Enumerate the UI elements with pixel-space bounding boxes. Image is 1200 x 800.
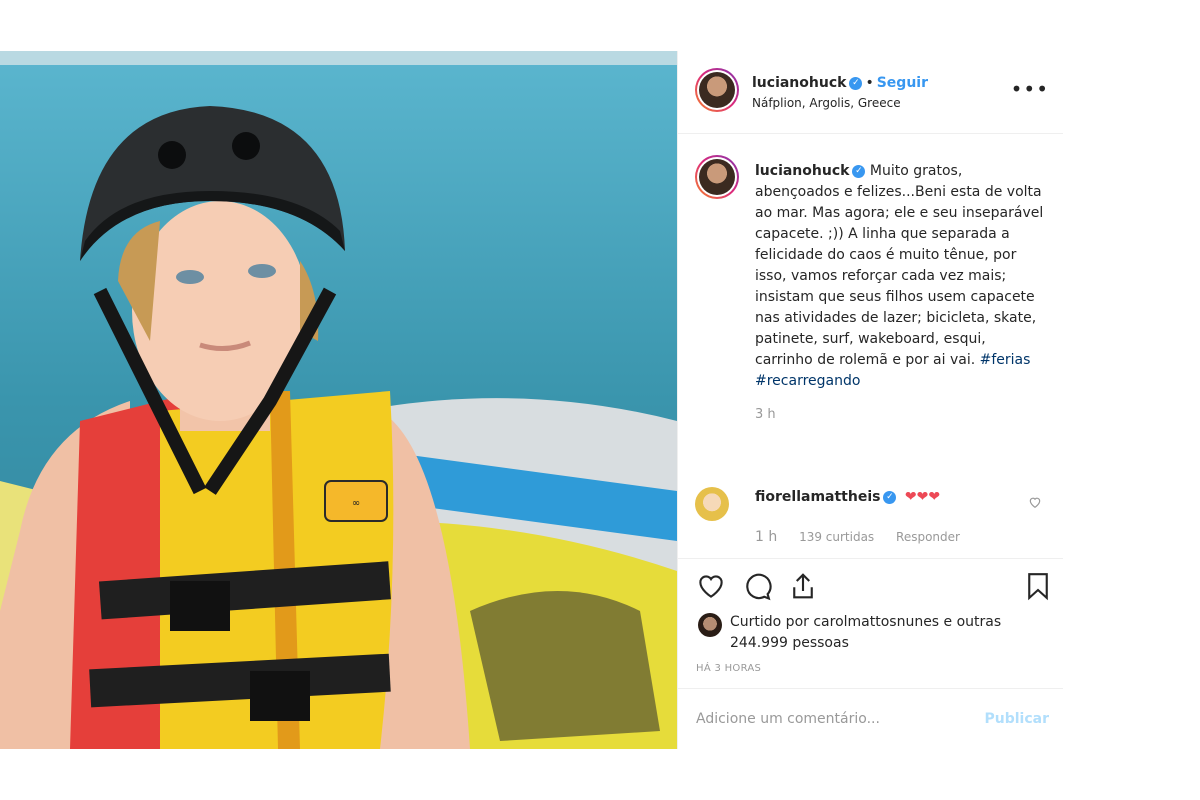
caption-username[interactable]: lucianohuck [755,163,849,179]
publish-button[interactable]: Publicar [985,711,1050,727]
comment-body: ❤❤❤ [904,489,941,505]
add-comment-bar: Adicione um comentário... Publicar [678,688,1063,749]
svg-text:∞: ∞ [352,498,360,509]
post-header: lucianohuck ✓ • Seguir Náfplion, Argolis, G… [678,51,1063,134]
location-link[interactable]: Náfplion, Argolis, Greece [752,96,901,110]
post-timestamp[interactable]: HÁ 3 HORAS [696,663,761,674]
post-actions: Curtido por carolmattosnunes e outras 24… [678,558,1063,688]
comment-likes-count[interactable]: 139 curtidas [799,530,874,544]
comment-username[interactable]: fiorellamattheis [755,489,880,505]
heart-icon[interactable] [696,571,726,601]
share-icon[interactable] [788,571,818,601]
comment-meta: 1 h 139 curtidas Responder [755,529,978,545]
post-side-panel: lucianohuck ✓ • Seguir Náfplion, Argolis, G… [677,51,1063,749]
header-username[interactable]: lucianohuck [752,75,846,91]
post-photo[interactable]: ∞ [0,51,677,749]
verified-icon: ✓ [883,490,897,504]
comment-input[interactable]: Adicione um comentário... [696,711,880,727]
verified-icon: ✓ [852,164,866,178]
hashtag-recarregando[interactable]: #recarregando [755,373,860,389]
boy-with-helmet-photo: ∞ [0,51,677,749]
comments-scroll-area[interactable]: lucianohuck ✓ Muito gratos, abençoados e … [678,135,1063,558]
comment-avatar[interactable] [695,487,729,521]
instagram-post: ∞ lucianohuck ✓ • Seguir Náfplion, Argolis,… [0,51,1063,749]
likes-summary[interactable]: Curtido por carolmattosnunes e outras 24… [730,612,1030,654]
bookmark-icon[interactable] [1023,571,1053,601]
caption-body: Muito gratos, abençoados e felizes...Ben… [755,163,1044,368]
comment-like-icon[interactable] [1028,495,1042,509]
caption-avatar[interactable] [695,155,739,199]
comment-icon[interactable] [742,571,772,601]
comment-item: fiorellamattheis ✓ ❤❤❤ 1 h 139 curtidas R… [695,487,1050,547]
caption-text: lucianohuck ✓ Muito gratos, abençoados e … [755,161,1045,392]
comment-text: fiorellamattheis ✓ ❤❤❤ [755,489,940,505]
follow-button[interactable]: Seguir [877,75,928,91]
reply-button[interactable]: Responder [896,530,960,544]
avatar[interactable] [695,68,739,112]
header-user-line: lucianohuck ✓ • Seguir [752,75,928,91]
caption-time[interactable]: 3 h [755,407,776,422]
liker-avatar[interactable] [698,613,722,637]
comment-time[interactable]: 1 h [755,529,777,545]
hashtag-ferias[interactable]: #ferias [980,352,1031,368]
more-icon[interactable]: ••• [1011,77,1049,101]
separator-dot: • [865,75,874,91]
verified-icon: ✓ [849,76,863,90]
